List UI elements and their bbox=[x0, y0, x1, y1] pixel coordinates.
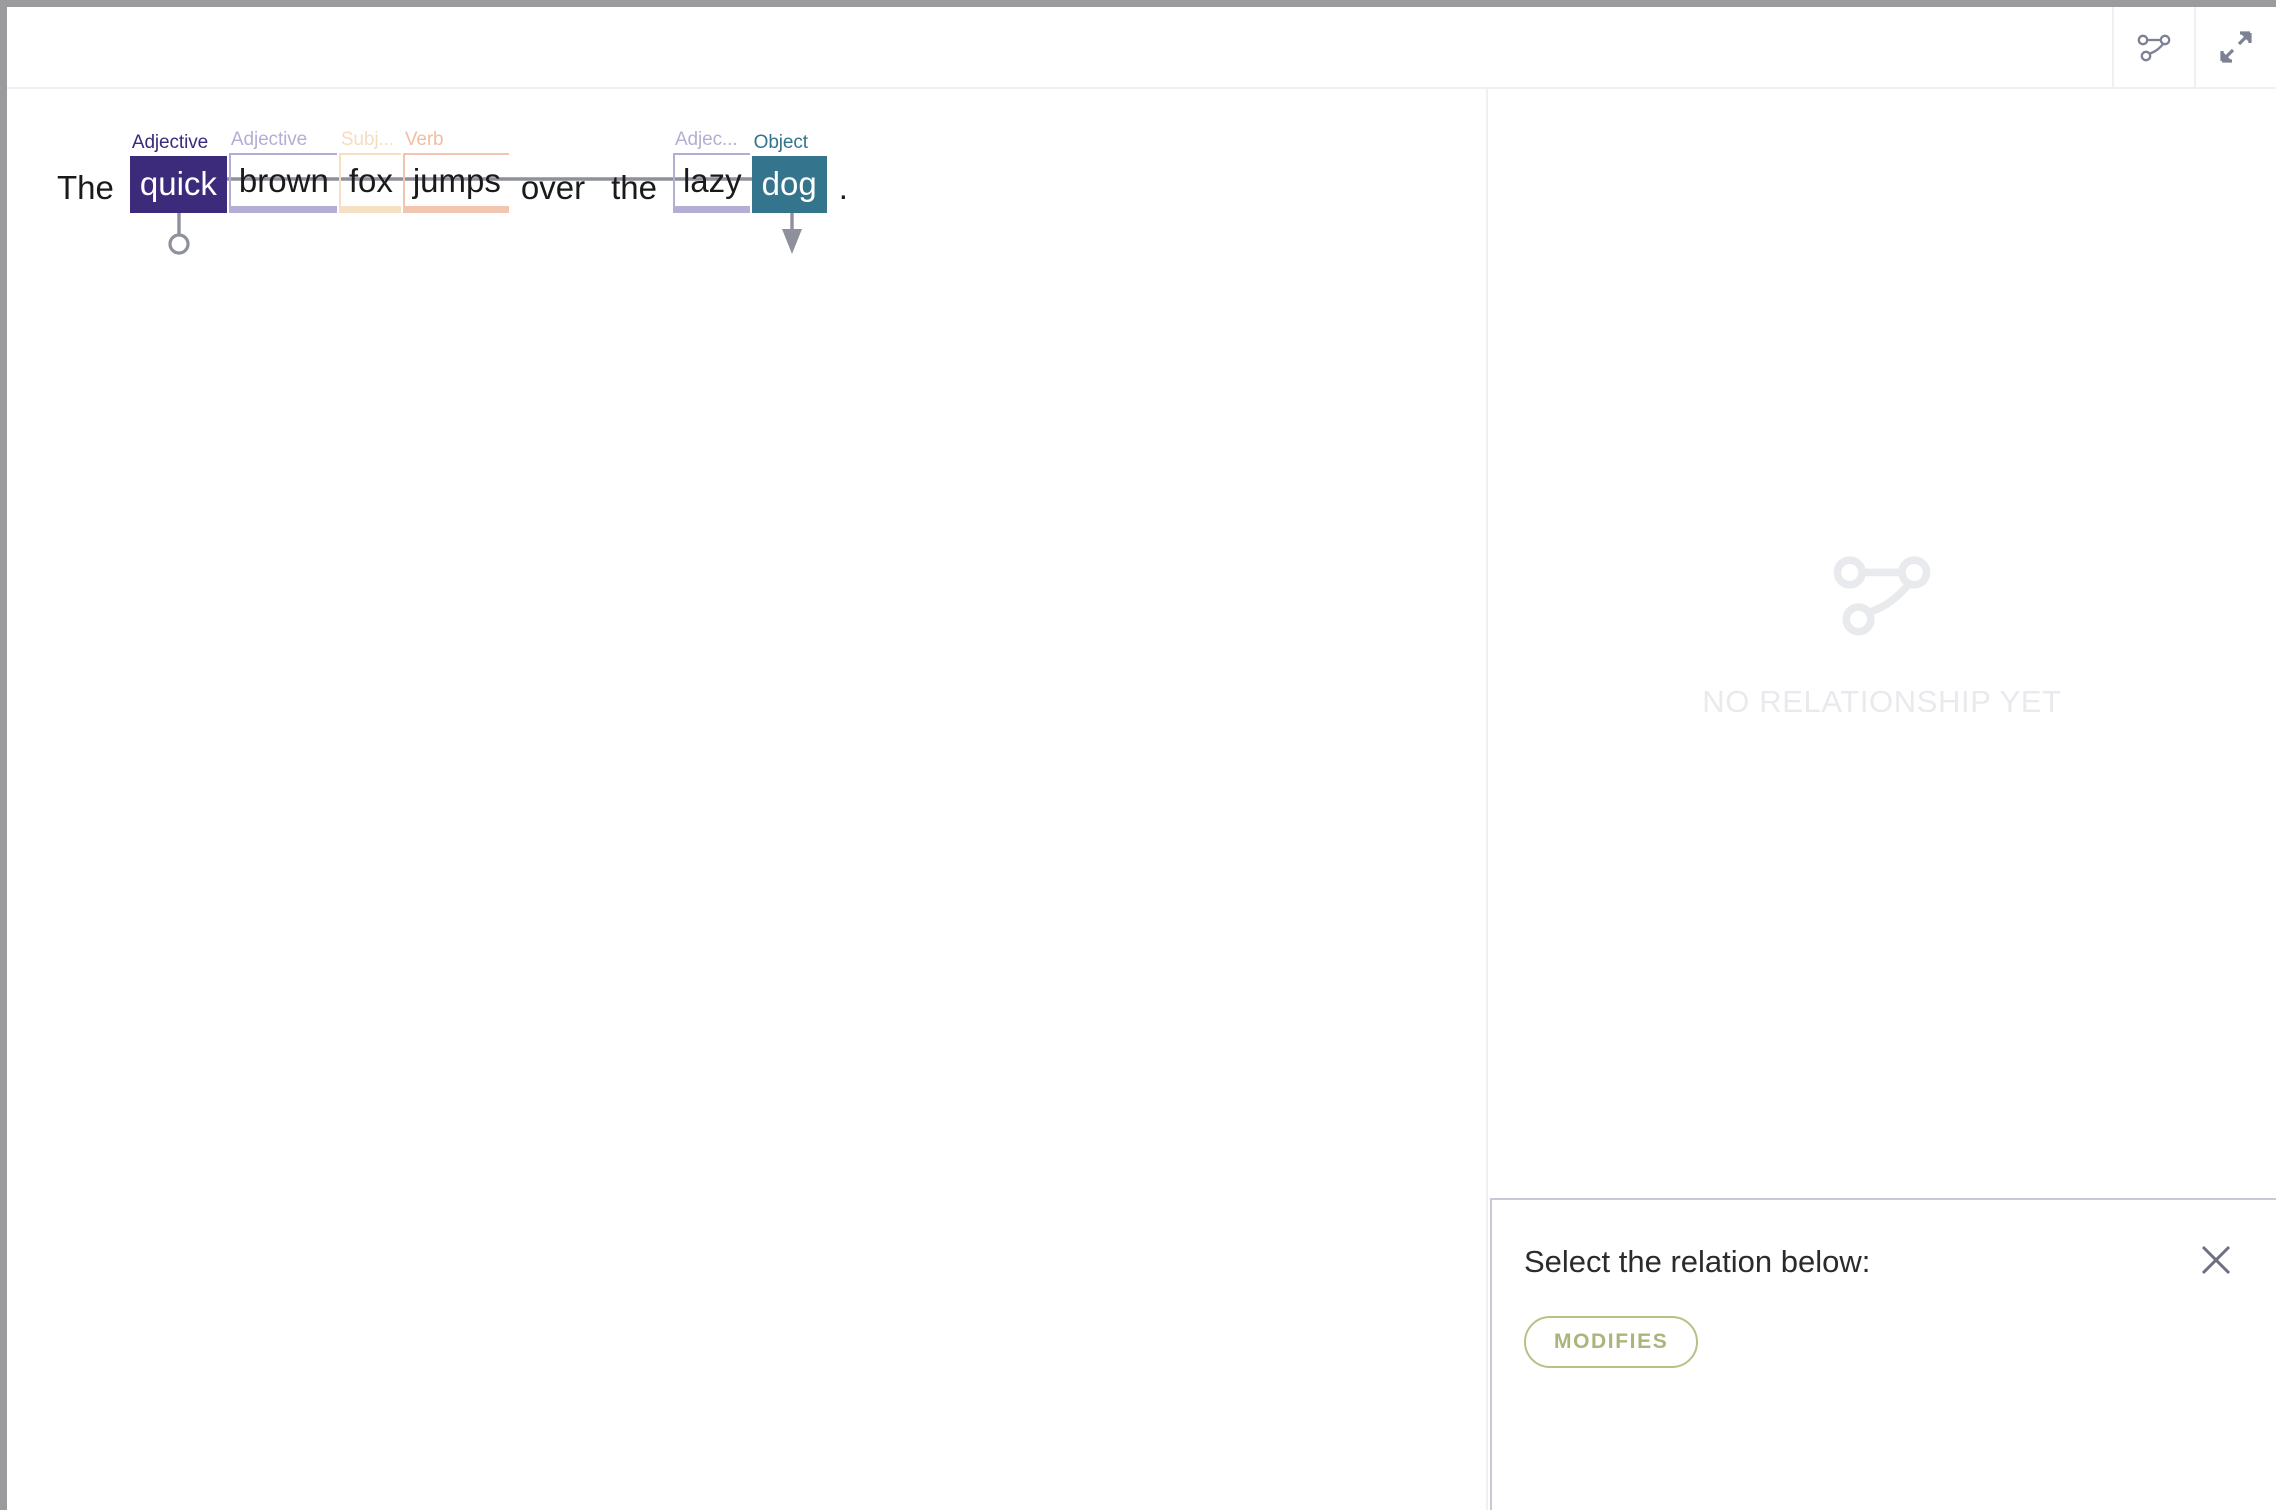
token-text: the bbox=[611, 169, 657, 206]
token-label bbox=[829, 138, 831, 162]
token-text: lazy bbox=[672, 153, 750, 213]
workspace: The Adjective quick Adjective brown Subj… bbox=[7, 89, 2276, 1510]
token-period[interactable]: . bbox=[829, 138, 858, 213]
relation-graph-icon bbox=[2137, 32, 2171, 62]
token-text: The bbox=[57, 169, 114, 206]
token-label-adjective-2: Adjec... bbox=[674, 129, 738, 150]
token-label bbox=[47, 138, 49, 162]
sentence-container: The Adjective quick Adjective brown Subj… bbox=[7, 89, 1486, 255]
token-label-adjective-selected: Adjective bbox=[131, 132, 209, 153]
token-the-2[interactable]: the bbox=[601, 138, 667, 213]
expand-tool-button[interactable] bbox=[2194, 7, 2276, 87]
token-over[interactable]: over bbox=[511, 138, 595, 213]
relation-empty-state: NO RELATIONSHIP YET bbox=[1488, 89, 2276, 1179]
token-label-adjective: Adjective bbox=[230, 129, 308, 150]
token-label bbox=[511, 138, 513, 162]
token-dog[interactable]: Object dog bbox=[751, 132, 827, 213]
token-the-1[interactable]: The bbox=[47, 138, 124, 213]
token-label-object: Object bbox=[753, 132, 808, 153]
relation-option-modifies[interactable]: MODIFIES bbox=[1524, 1316, 1699, 1368]
token-quick[interactable]: Adjective quick bbox=[129, 132, 227, 213]
token-text: fox bbox=[338, 153, 401, 213]
token-brown[interactable]: Adjective brown bbox=[228, 129, 337, 213]
dialog-header: Select the relation below: bbox=[1524, 1244, 2238, 1284]
relation-panel: NO RELATIONSHIP YET Select the relation … bbox=[1488, 89, 2276, 1510]
app-window: The Adjective quick Adjective brown Subj… bbox=[0, 0, 2276, 1510]
dialog-title: Select the relation below: bbox=[1524, 1244, 1871, 1279]
empty-state-message: NO RELATIONSHIP YET bbox=[1702, 683, 2062, 719]
token-jumps[interactable]: Verb jumps bbox=[402, 129, 509, 213]
top-toolbar bbox=[7, 7, 2276, 89]
token-label-subject: Subj... bbox=[340, 129, 394, 150]
close-dialog-button[interactable] bbox=[2194, 1240, 2238, 1284]
token-text: quick bbox=[129, 156, 227, 213]
token-fox[interactable]: Subj... fox bbox=[338, 129, 401, 213]
token-label-verb: Verb bbox=[404, 129, 444, 150]
relation-graph-icon bbox=[1832, 549, 1932, 642]
document-pane: The Adjective quick Adjective brown Subj… bbox=[7, 89, 1488, 1510]
close-icon bbox=[2198, 1242, 2234, 1283]
token-text: over bbox=[520, 169, 586, 206]
relation-tool-button[interactable] bbox=[2112, 7, 2194, 87]
token-text: jumps bbox=[402, 153, 509, 213]
token-lazy[interactable]: Adjec... lazy bbox=[672, 129, 750, 213]
token-text: brown bbox=[228, 153, 337, 213]
relation-select-dialog: Select the relation below: MODIFIES bbox=[1490, 1198, 2276, 1510]
expand-icon bbox=[2220, 31, 2252, 63]
relation-options-list: MODIFIES bbox=[1524, 1316, 2238, 1368]
token-label bbox=[601, 138, 603, 162]
token-text: dog bbox=[751, 156, 827, 213]
token-row: The Adjective quick Adjective brown Subj… bbox=[47, 129, 1486, 213]
token-text: . bbox=[838, 169, 848, 206]
